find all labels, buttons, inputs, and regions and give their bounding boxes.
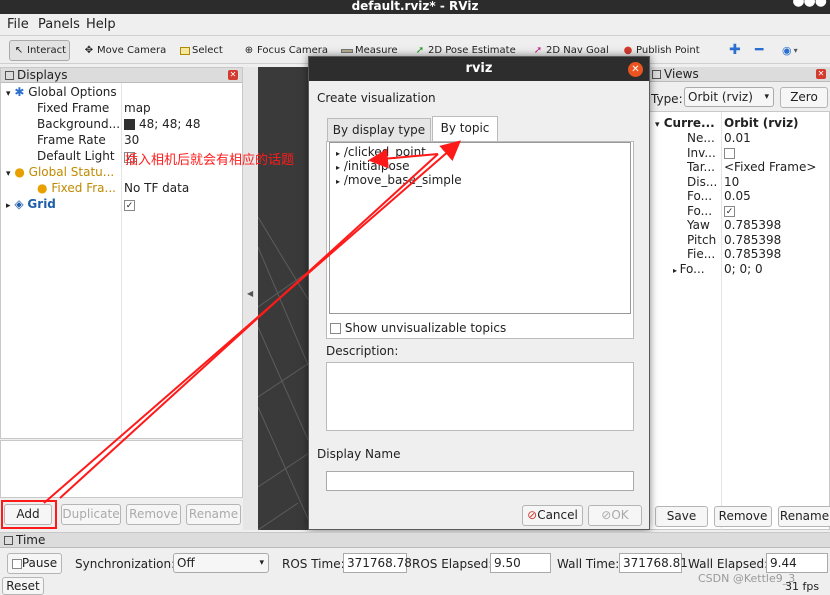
panel-icon bbox=[4, 536, 13, 545]
arrow-to-topic-list bbox=[59, 153, 439, 499]
pause-label: Pause bbox=[21, 556, 58, 570]
annotation-arrows bbox=[43, 140, 462, 504]
time-title: Time bbox=[16, 533, 46, 547]
reset-button[interactable]: Reset bbox=[2, 577, 44, 595]
pause-checkbox-icon bbox=[11, 558, 22, 569]
wall-time-label: Wall Time: bbox=[557, 557, 620, 571]
ros-elapsed-field[interactable]: 9.50 bbox=[490, 553, 551, 573]
ros-time-field[interactable]: 371768.78 bbox=[343, 553, 412, 573]
sync-value: Off bbox=[177, 556, 195, 570]
time-panel: Time Pause Synchronization: Off ▾ ROS Tim… bbox=[0, 532, 830, 595]
wall-time-field[interactable]: 371768.81 bbox=[619, 553, 688, 573]
ros-time-label: ROS Time: bbox=[282, 557, 345, 571]
sync-select[interactable]: Off ▾ bbox=[173, 553, 269, 573]
sync-label: Synchronization: bbox=[75, 557, 176, 571]
arrow-head-topic-list bbox=[368, 148, 439, 169]
wall-elapsed-label: Wall Elapsed: bbox=[688, 557, 769, 571]
pause-button[interactable]: Pause bbox=[7, 553, 62, 574]
chevron-down-icon: ▾ bbox=[259, 558, 264, 568]
time-panel-header: Time bbox=[0, 533, 830, 548]
wall-elapsed-field[interactable]: 9.44 bbox=[766, 553, 828, 573]
watermark: CSDN @Kettle9_3 bbox=[698, 572, 796, 585]
ros-elapsed-label: ROS Elapsed: bbox=[412, 557, 493, 571]
